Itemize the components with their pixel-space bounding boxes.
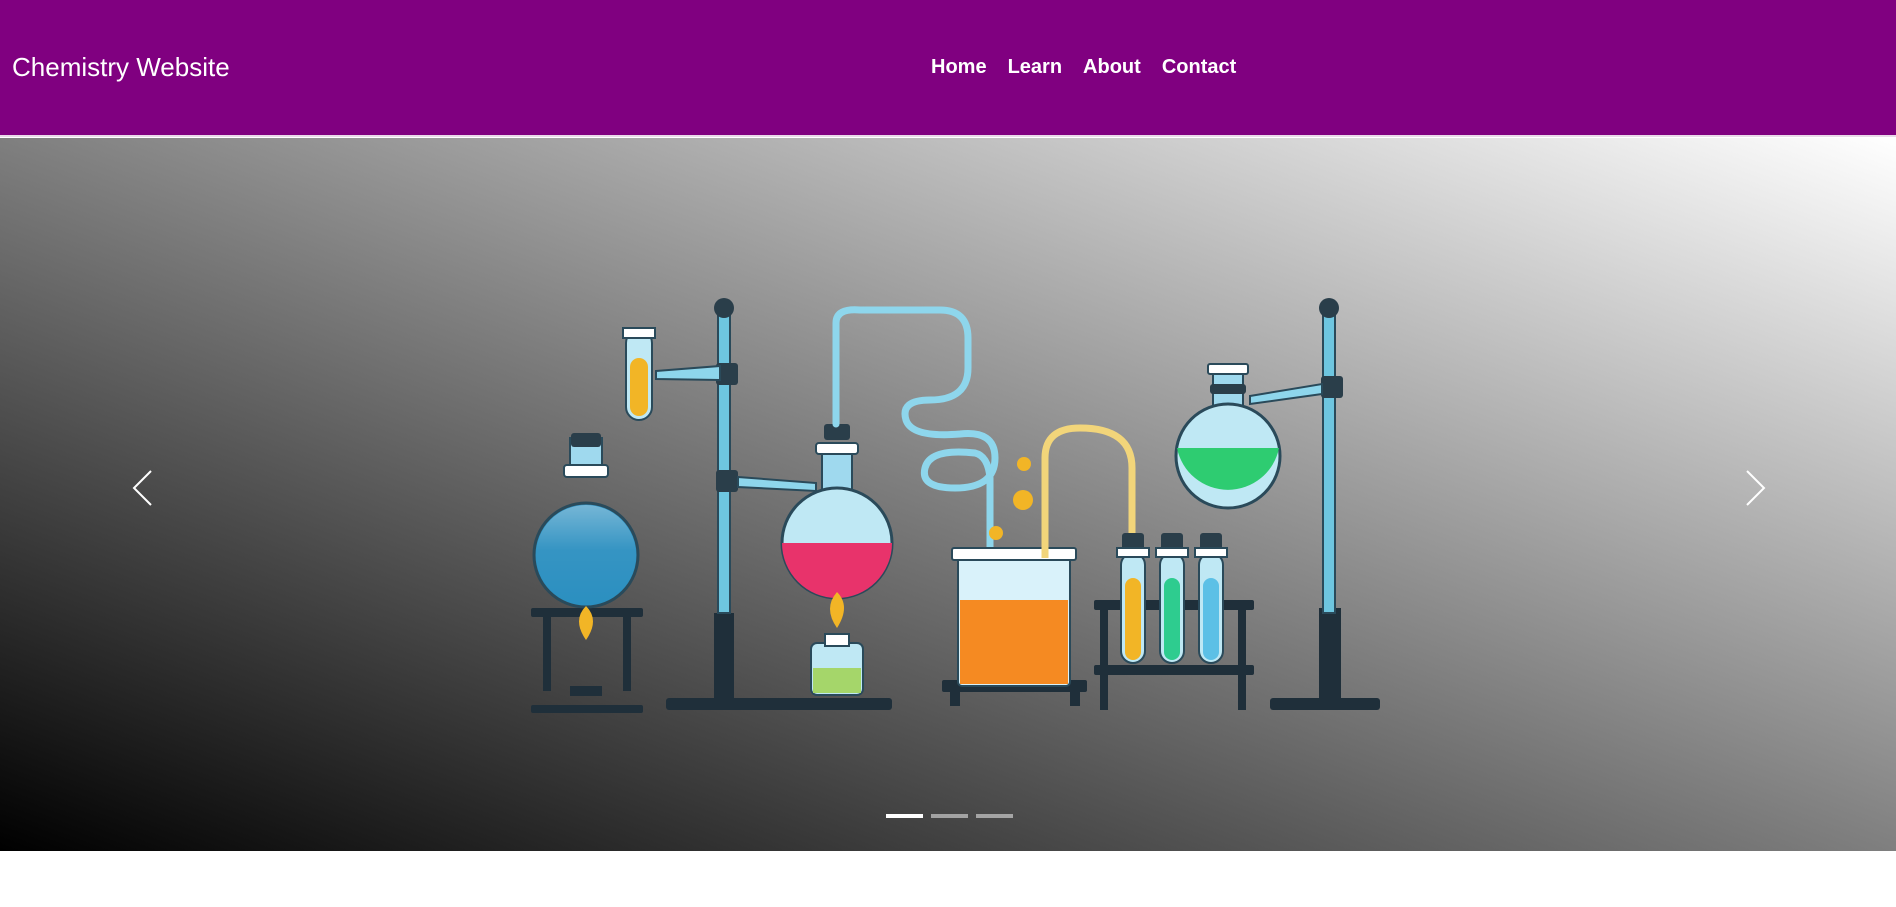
- hero-carousel: [0, 138, 1896, 851]
- chemistry-lab-illustration: [531, 298, 1380, 713]
- carousel-indicator-3[interactable]: [976, 814, 1013, 818]
- nav-item-contact: Contact: [1162, 56, 1236, 79]
- nav-link-about[interactable]: About: [1083, 56, 1141, 78]
- chevron-left-icon: [131, 469, 153, 512]
- navbar: Chemistry Website Home Learn About Conta…: [0, 0, 1896, 137]
- carousel-indicator-2[interactable]: [931, 814, 968, 818]
- nav-item-learn: Learn: [1008, 56, 1062, 79]
- carousel-indicators: [886, 814, 1013, 818]
- nav-link-home[interactable]: Home: [931, 56, 987, 78]
- carousel-prev-button[interactable]: [112, 460, 172, 520]
- nav-item-home: Home: [931, 56, 987, 79]
- chevron-right-icon: [1745, 469, 1767, 512]
- nav-link-contact[interactable]: Contact: [1162, 56, 1236, 78]
- nav-link-learn[interactable]: Learn: [1008, 56, 1062, 78]
- carousel-next-button[interactable]: [1726, 460, 1786, 520]
- nav-links: Home Learn About Contact: [931, 56, 1236, 79]
- nav-item-about: About: [1083, 56, 1141, 79]
- brand-link[interactable]: Chemistry Website: [12, 52, 230, 83]
- carousel-indicator-1[interactable]: [886, 814, 923, 818]
